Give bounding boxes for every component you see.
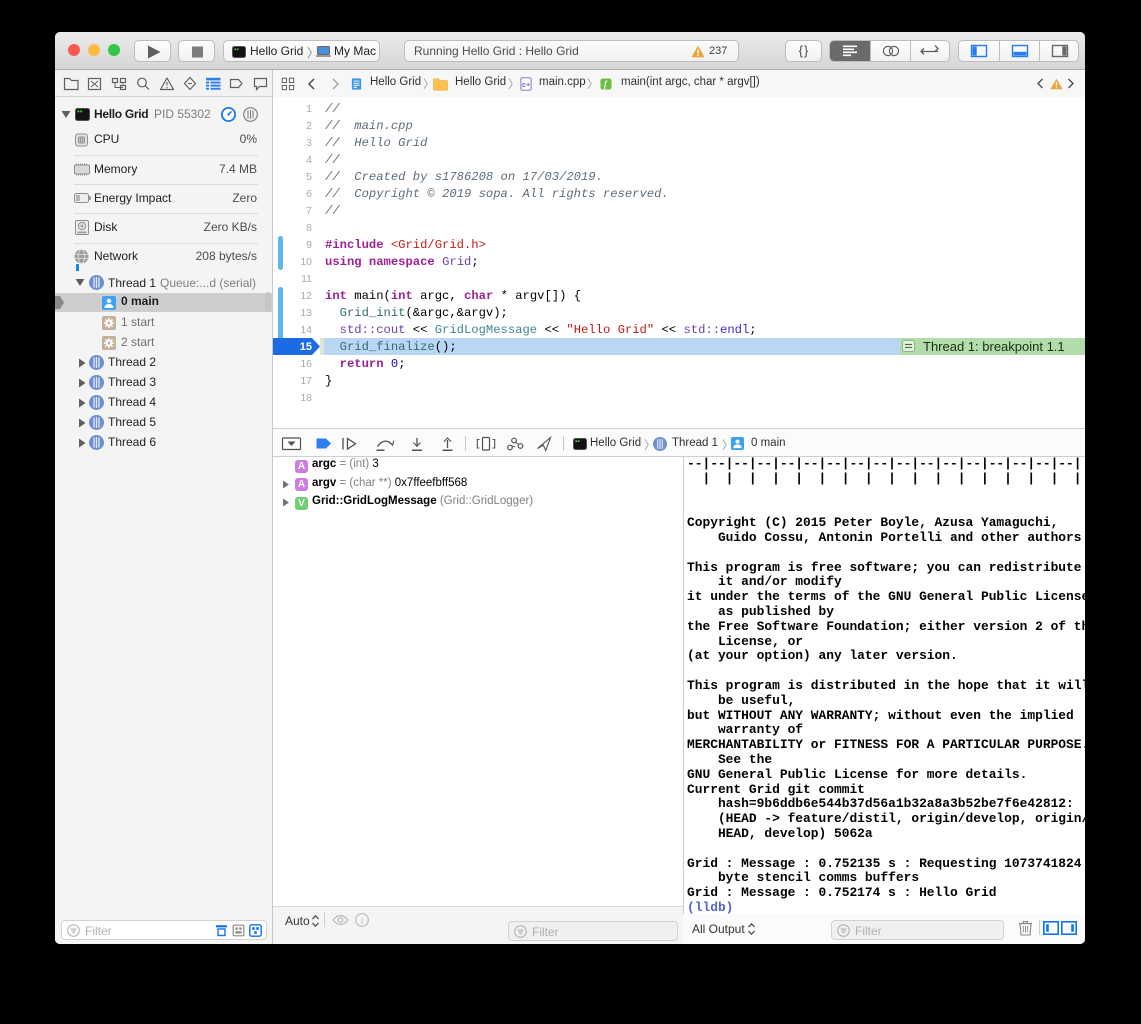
- svg-text:i: i: [361, 915, 364, 925]
- svg-text:c+: c+: [522, 80, 531, 89]
